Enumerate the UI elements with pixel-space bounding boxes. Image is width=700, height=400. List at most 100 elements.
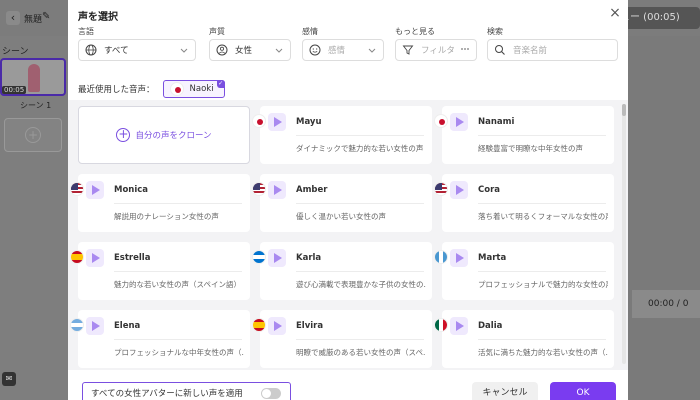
close-icon[interactable]: × xyxy=(608,6,622,20)
language-filter: 言語 すべて xyxy=(78,26,196,61)
play-icon[interactable] xyxy=(86,317,104,335)
back-icon[interactable]: ‹ xyxy=(6,11,20,25)
voice-card[interactable]: Marta プロフェッショナルで魅力的な女性の声 xyxy=(434,242,614,300)
gender-value: 女性 xyxy=(235,46,253,56)
apply-all-label: すべての女性アバターに新しい声を適用 xyxy=(91,389,243,399)
voice-name: Estrella xyxy=(114,253,151,263)
divider xyxy=(114,339,242,340)
language-filter-label: 言語 xyxy=(78,27,94,36)
divider xyxy=(478,271,606,272)
project-title: 無題 xyxy=(24,15,43,25)
scene-duration: 00:05 xyxy=(2,86,27,94)
emotion-placeholder: 感情 xyxy=(328,46,346,56)
plus-icon: + xyxy=(25,127,41,143)
divider xyxy=(296,203,424,204)
voice-description: 魅力的な若い女性の声（スペイン語） xyxy=(114,280,241,289)
chevron-down-icon xyxy=(367,45,377,55)
usa-flag-icon xyxy=(434,182,448,196)
play-icon[interactable] xyxy=(450,181,468,199)
play-icon[interactable] xyxy=(268,113,286,131)
more-filter-button[interactable]: フィルタ xyxy=(395,39,477,61)
mail-icon[interactable]: ✉ xyxy=(2,372,16,386)
emotion-select[interactable]: 感情 xyxy=(302,39,384,61)
recent-voice-name: Naoki xyxy=(189,84,214,94)
voice-card[interactable]: Karla 遊び心満載で表現豊かな子供の女性の... xyxy=(252,242,432,300)
voice-description: プロフェッショナルな中年女性の声（... xyxy=(114,348,244,357)
voice-card[interactable]: Elvira 明瞭で威厳のある若い女性の声（スペ... xyxy=(252,310,432,368)
apply-all-toggle[interactable] xyxy=(261,388,281,399)
recent-voices: 最近使用した音声： Naoki ✓ xyxy=(78,80,225,98)
apply-all-option: すべての女性アバターに新しい声を適用 xyxy=(82,382,291,400)
language-value: すべて xyxy=(104,46,129,56)
voice-name: Elvira xyxy=(296,321,324,331)
play-icon[interactable] xyxy=(86,181,104,199)
voice-card[interactable]: Dalia 活気に満ちた魅力的な若い女性の声（... xyxy=(434,310,614,368)
voice-card[interactable]: Estrella 魅力的な若い女性の声（スペイン語） xyxy=(70,242,250,300)
divider xyxy=(478,203,606,204)
spain-flag-icon xyxy=(252,318,266,332)
voice-description: プロフェッショナルで魅力的な女性の声 xyxy=(478,280,608,289)
voice-name: Amber xyxy=(296,185,328,195)
plus-circle-icon: + xyxy=(116,127,131,142)
player-controls[interactable]: 00:00 / 0 xyxy=(632,290,700,318)
japan-flag-icon xyxy=(434,114,448,128)
more-filter-placeholder: フィルタ xyxy=(421,46,455,56)
filter-bar: 言語 すべて 声質 女性 感情 感情 もっと見る フィルタ 検索 音楽名前 xyxy=(78,26,618,66)
avatar-figure xyxy=(28,64,40,92)
voice-name: Cora xyxy=(478,185,501,195)
more-filter-label: もっと見る xyxy=(395,27,435,36)
guatemala-flag-icon xyxy=(434,250,448,264)
gender-filter: 声質 女性 xyxy=(209,26,291,61)
mexico-flag-icon xyxy=(434,318,448,332)
voice-name: Marta xyxy=(478,253,507,263)
usa-flag-icon xyxy=(70,182,84,196)
search-filter: 検索 音楽名前 xyxy=(487,26,618,61)
voice-description: 落ち着いて明るくフォーマルな女性の声 xyxy=(478,212,608,221)
gender-filter-label: 声質 xyxy=(209,27,225,36)
player-time: 00:00 / 0 xyxy=(648,299,689,309)
voice-name: Dalia xyxy=(478,321,503,331)
voice-name: Karla xyxy=(296,253,322,263)
dialog-title: 声を選択 xyxy=(78,12,118,23)
edit-icon[interactable]: ✎ xyxy=(42,11,50,22)
voice-description: 遊び心満載で表現豊かな子供の女性の... xyxy=(296,280,426,289)
search-input[interactable]: 音楽名前 xyxy=(487,39,618,61)
search-icon xyxy=(494,44,506,56)
ok-button[interactable]: OK xyxy=(550,382,616,400)
play-icon[interactable] xyxy=(268,249,286,267)
scene-name: シーン 1 xyxy=(20,101,52,110)
clone-voice-card[interactable]: + 自分の声をクローン xyxy=(78,106,250,164)
voice-grid: + 自分の声をクローン Mayu ダイナミックで魅力的な若い女性の声 Nanami 経… xyxy=(68,100,628,370)
voice-card[interactable]: Monica 解説用のナレーション女性の声 xyxy=(70,174,250,232)
voice-description: 明瞭で威厳のある若い女性の声（スペ... xyxy=(296,348,426,357)
voice-select-dialog: 声を選択 × 言語 すべて 声質 女性 感情 感情 もっと見る フィルタ 検索 … xyxy=(68,0,628,400)
chevron-down-icon xyxy=(179,45,189,55)
voice-card[interactable]: Amber 優しく温かい若い女性の声 xyxy=(252,174,432,232)
globe-icon xyxy=(85,44,97,56)
recent-voice-chip[interactable]: Naoki ✓ xyxy=(162,80,225,98)
funnel-icon xyxy=(402,44,414,56)
play-icon[interactable] xyxy=(450,113,468,131)
language-select[interactable]: すべて xyxy=(78,39,196,61)
more-filter: もっと見る フィルタ xyxy=(395,26,477,61)
play-icon[interactable] xyxy=(268,317,286,335)
divider xyxy=(478,135,606,136)
voice-description: 解説用のナレーション女性の声 xyxy=(114,212,219,221)
voice-card[interactable]: Elena プロフェッショナルな中年女性の声（... xyxy=(70,310,250,368)
voice-name: Monica xyxy=(114,185,149,195)
gender-select[interactable]: 女性 xyxy=(209,39,291,61)
play-icon[interactable] xyxy=(86,249,104,267)
scrollbar-thumb[interactable] xyxy=(622,104,626,116)
play-icon[interactable] xyxy=(450,249,468,267)
scrollbar[interactable] xyxy=(622,104,626,364)
play-icon[interactable] xyxy=(450,317,468,335)
cancel-button[interactable]: キャンセル xyxy=(472,382,538,400)
usa-flag-icon xyxy=(252,182,266,196)
voice-card[interactable]: Mayu ダイナミックで魅力的な若い女性の声 xyxy=(252,106,432,164)
voice-card[interactable]: Cora 落ち着いて明るくフォーマルな女性の声 xyxy=(434,174,614,232)
emotion-filter: 感情 感情 xyxy=(302,26,384,61)
divider xyxy=(296,339,424,340)
play-icon[interactable] xyxy=(268,181,286,199)
voice-card[interactable]: Nanami 経験豊富で明瞭な中年女性の声 xyxy=(434,106,614,164)
add-scene-button[interactable]: + xyxy=(4,118,62,152)
